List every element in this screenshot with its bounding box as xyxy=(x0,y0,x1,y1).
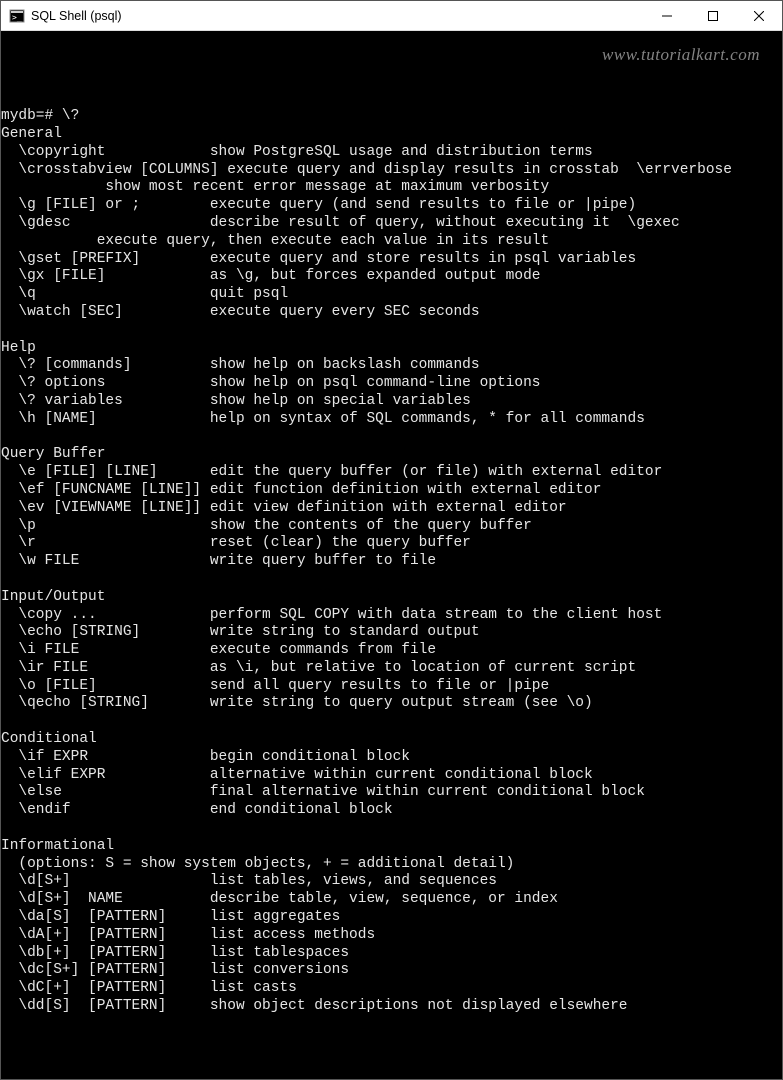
terminal-content: mydb=# \? General \copyright show Postgr… xyxy=(1,90,782,1015)
terminal-body[interactable]: www.tutorialkart.com mydb=# \? General \… xyxy=(1,31,782,1079)
titlebar[interactable]: >_ SQL Shell (psql) xyxy=(1,1,782,31)
window-title: SQL Shell (psql) xyxy=(31,9,122,23)
svg-text:>_: >_ xyxy=(12,13,22,22)
maximize-button[interactable] xyxy=(690,1,736,30)
app-icon: >_ xyxy=(9,8,25,24)
watermark: www.tutorialkart.com xyxy=(602,46,760,64)
window-frame: >_ SQL Shell (psql) www.tutorialkart.com… xyxy=(0,0,783,1080)
minimize-button[interactable] xyxy=(644,1,690,30)
close-button[interactable] xyxy=(736,1,782,30)
window-controls xyxy=(644,1,782,30)
